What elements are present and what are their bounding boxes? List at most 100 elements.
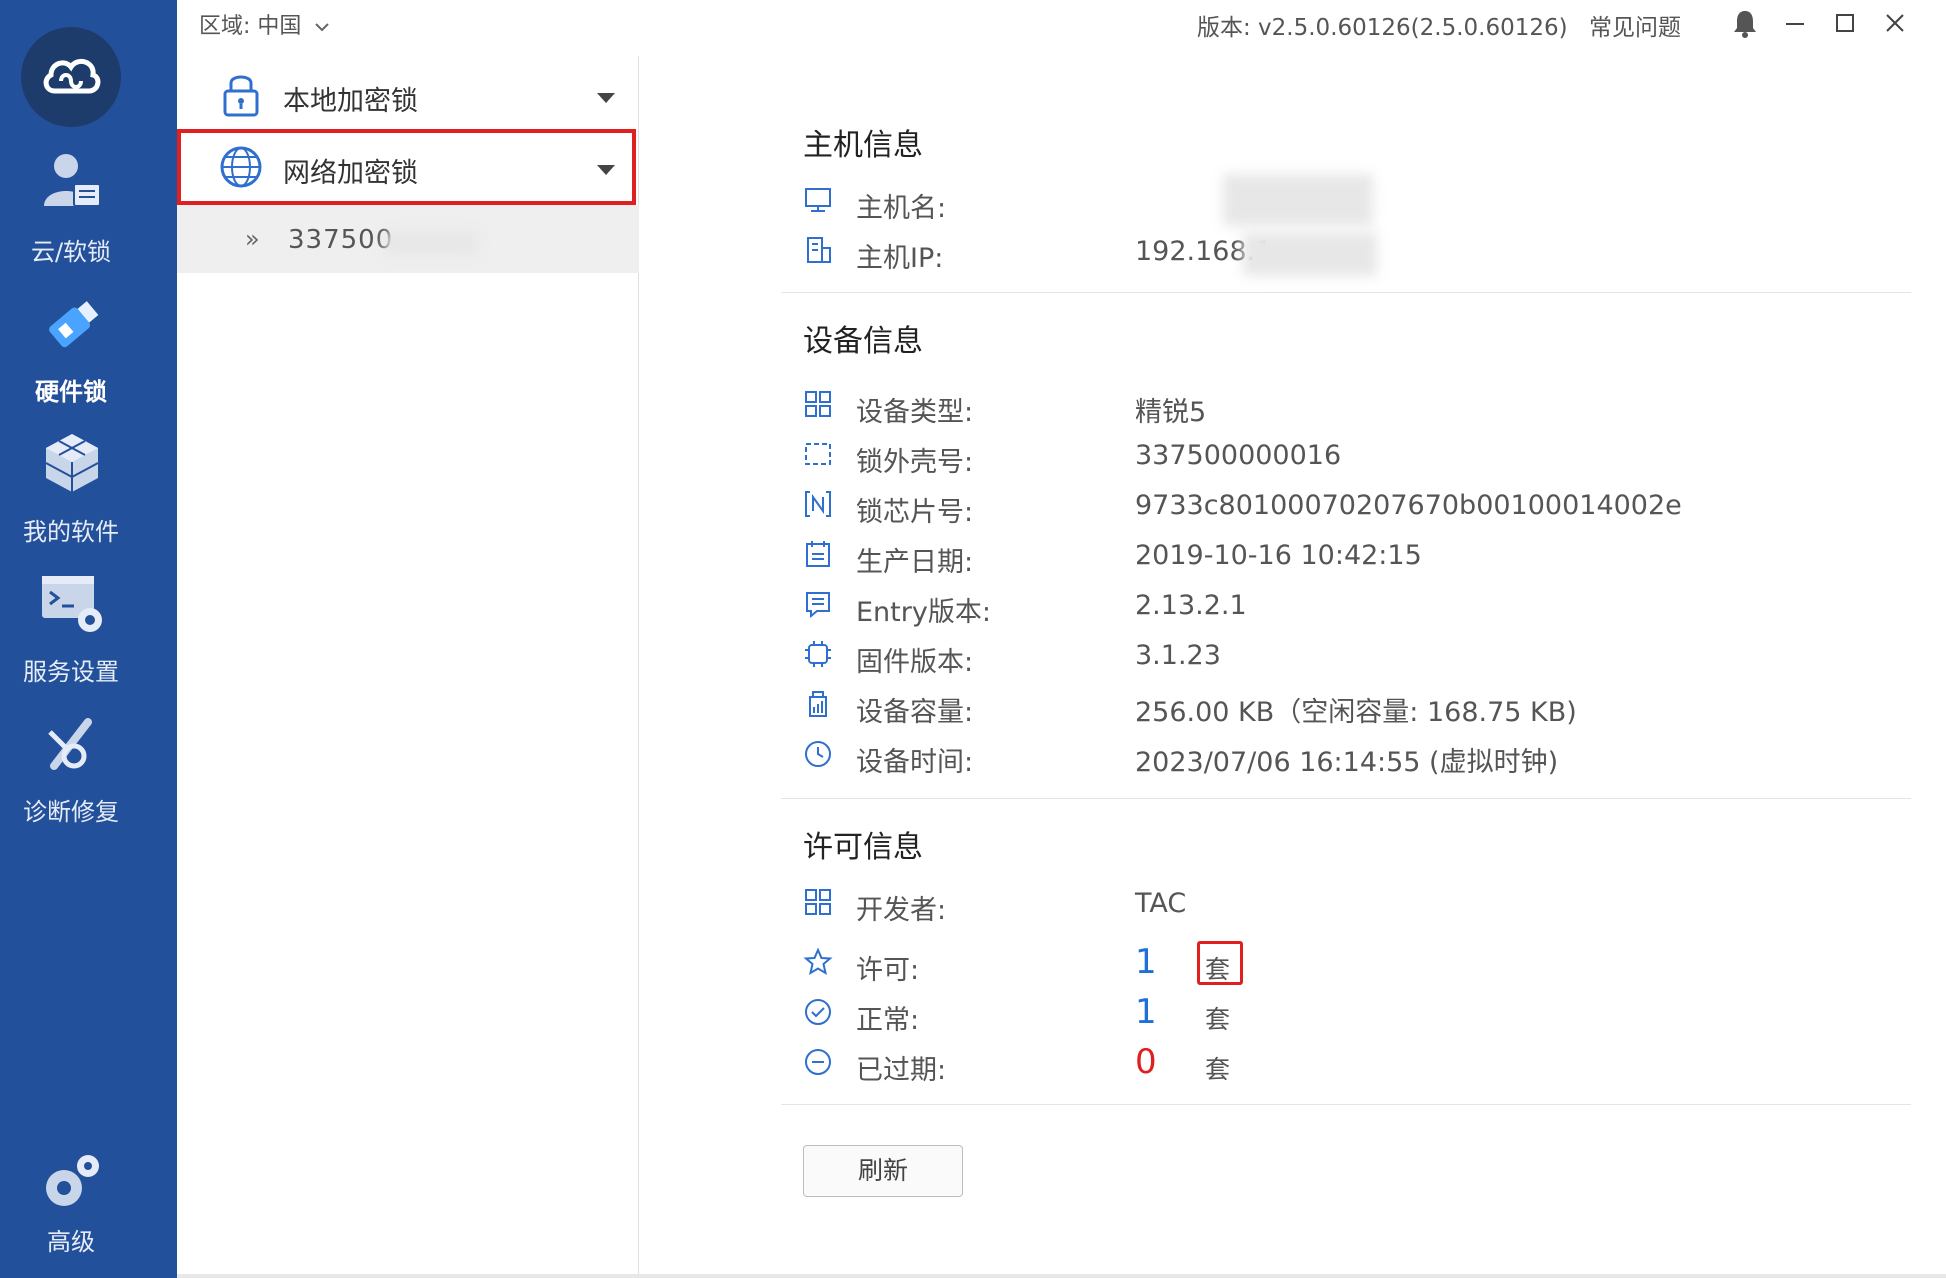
cubes-icon	[45, 434, 99, 492]
tree-child-device[interactable]: » 337500	[177, 205, 639, 273]
tree-item-network-lock[interactable]: 网络加密锁	[177, 129, 636, 205]
section-divider	[781, 1104, 1911, 1105]
doc-icon	[806, 592, 830, 619]
developer-row: 开发者: TAC	[803, 884, 1903, 926]
version-label: 版本: v2.5.0.60126(2.5.0.60126)	[1197, 15, 1568, 41]
expired-count-row: 已过期: 0 套	[803, 1042, 1903, 1086]
grid-icon	[805, 391, 831, 417]
device-time-label: 设备时间:	[856, 747, 974, 778]
chip-number-label: 锁芯片号:	[856, 497, 974, 528]
nav-item-service-settings[interactable]: 服务设置	[0, 568, 142, 698]
capacity-value: 256.00 KB（空闲容量: 168.75 KB)	[1135, 697, 1577, 728]
maximize-icon[interactable]	[1830, 8, 1860, 38]
user-cloud-icon	[44, 154, 101, 207]
expired-count[interactable]: 0	[1135, 1042, 1157, 1082]
close-icon[interactable]	[1880, 8, 1910, 38]
nav-item-advanced[interactable]: 高级	[0, 1146, 142, 1276]
refresh-button[interactable]: 刷新	[803, 1145, 963, 1197]
nav-label: 云/软锁	[30, 238, 112, 266]
tree-item-label: 网络加密锁	[283, 158, 418, 189]
star-icon	[803, 947, 833, 976]
storage-icon	[809, 691, 827, 717]
nav-label: 硬件锁	[35, 378, 107, 406]
monitor-icon	[805, 188, 831, 212]
entry-version-label: Entry版本:	[856, 597, 991, 628]
usb-key-icon	[49, 301, 99, 348]
license-count-row: 许可: 1 套	[803, 942, 1903, 986]
top-bar: 区域: 中国 版本: v2.5.0.60126(2.5.0.60126) 常见问…	[177, 0, 1946, 46]
license-count[interactable]: 1	[1135, 942, 1157, 982]
expired-unit: 套	[1205, 1055, 1231, 1084]
faq-link[interactable]: 常见问题	[1589, 8, 1681, 42]
device-time-row: 设备时间: 2023/07/06 16:14:55 (虚拟时钟)	[803, 736, 1903, 778]
cpu-icon	[805, 641, 831, 667]
tree-item-label: 本地加密锁	[283, 86, 418, 117]
chip-number-value: 9733c80100070207670b00100014002e	[1135, 490, 1682, 521]
tree-item-local-lock[interactable]: 本地加密锁	[177, 59, 639, 131]
section-title-host: 主机信息	[803, 128, 923, 163]
lock-tree-panel: 本地加密锁 网络加密锁 » 337500	[177, 56, 639, 1278]
device-type-row: 设备类型: 精锐5	[803, 386, 1903, 428]
caret-down-icon[interactable]	[597, 165, 615, 175]
firmware-version-label: 固件版本:	[856, 647, 974, 678]
shell-number-label: 锁外壳号:	[856, 447, 974, 478]
bell-icon[interactable]	[1730, 8, 1760, 38]
minimize-icon[interactable]	[1780, 8, 1810, 38]
section-divider	[781, 798, 1911, 799]
shell-number-value: 337500000016	[1135, 440, 1342, 471]
wrench-icon	[48, 718, 92, 770]
entry-version-row: Entry版本: 2.13.2.1	[803, 586, 1903, 628]
license-label: 许可:	[856, 955, 920, 986]
cloud-logo-icon	[43, 58, 101, 94]
entry-version-value: 2.13.2.1	[1135, 590, 1247, 621]
production-date-label: 生产日期:	[856, 547, 974, 578]
capacity-label: 设备容量:	[856, 697, 974, 728]
nav-item-my-software[interactable]: 我的软件	[0, 428, 142, 558]
window-bottom-edge	[177, 1274, 1946, 1278]
check-circle-icon	[805, 999, 831, 1025]
production-date-value: 2019-10-16 10:42:15	[1135, 540, 1422, 571]
nav-item-diagnose-repair[interactable]: 诊断修复	[0, 708, 142, 838]
capacity-row: 设备容量: 256.00 KB（空闲容量: 168.75 KB)	[803, 686, 1903, 728]
server-icon	[807, 237, 831, 263]
firmware-version-value: 3.1.23	[1135, 640, 1221, 671]
section-title-license: 许可信息	[803, 830, 923, 865]
normal-count-row: 正常: 1 套	[803, 992, 1903, 1036]
gears-icon	[46, 1155, 99, 1206]
globe-icon	[220, 146, 262, 188]
normal-count[interactable]: 1	[1135, 992, 1157, 1032]
nav-label: 服务设置	[23, 658, 119, 686]
redacted-area	[1223, 174, 1373, 226]
clock-icon	[805, 741, 831, 767]
app-logo	[21, 27, 121, 127]
device-type-label: 设备类型:	[856, 397, 974, 428]
developer-value: TAC	[1135, 888, 1187, 919]
caret-down-icon[interactable]	[597, 93, 615, 103]
device-type-value: 精锐5	[1135, 397, 1207, 428]
host-ip-label: 主机IP:	[856, 243, 944, 274]
left-navigation: 云/软锁 硬件锁 我的软件 服务设置 诊断修复 高级	[0, 0, 177, 1278]
device-serial-label: 337500	[288, 225, 394, 255]
normal-unit: 套	[1205, 1005, 1231, 1034]
region-value: 中国	[257, 14, 302, 39]
normal-label: 正常:	[856, 1005, 920, 1036]
calendar-icon	[806, 541, 830, 567]
padlock-icon	[223, 75, 259, 117]
firmware-version-row: 固件版本: 3.1.23	[803, 636, 1903, 678]
nav-item-cloud-soft-lock[interactable]: 云/软锁	[0, 148, 142, 278]
chip-number-row: 锁芯片号: 9733c80100070207670b00100014002e	[803, 486, 1903, 528]
device-time-value: 2023/07/06 16:14:55 (虚拟时钟)	[1135, 747, 1559, 778]
redacted-area	[1243, 232, 1377, 276]
server-gear-icon	[42, 576, 102, 632]
host-ip-row: 主机IP: 192.168.1	[803, 232, 1903, 276]
nav-item-hardware-lock[interactable]: 硬件锁	[0, 288, 142, 418]
highlight-box	[1197, 941, 1243, 985]
double-chevron-right-icon: »	[245, 225, 260, 253]
developer-label: 开发者:	[856, 895, 947, 926]
dashed-frame-icon	[805, 443, 831, 465]
host-name-label: 主机名:	[856, 193, 947, 224]
chevron-down-icon	[314, 14, 330, 39]
region-selector[interactable]: 区域: 中国	[199, 8, 330, 40]
nav-label: 高级	[47, 1228, 95, 1256]
redacted-area	[385, 231, 477, 255]
